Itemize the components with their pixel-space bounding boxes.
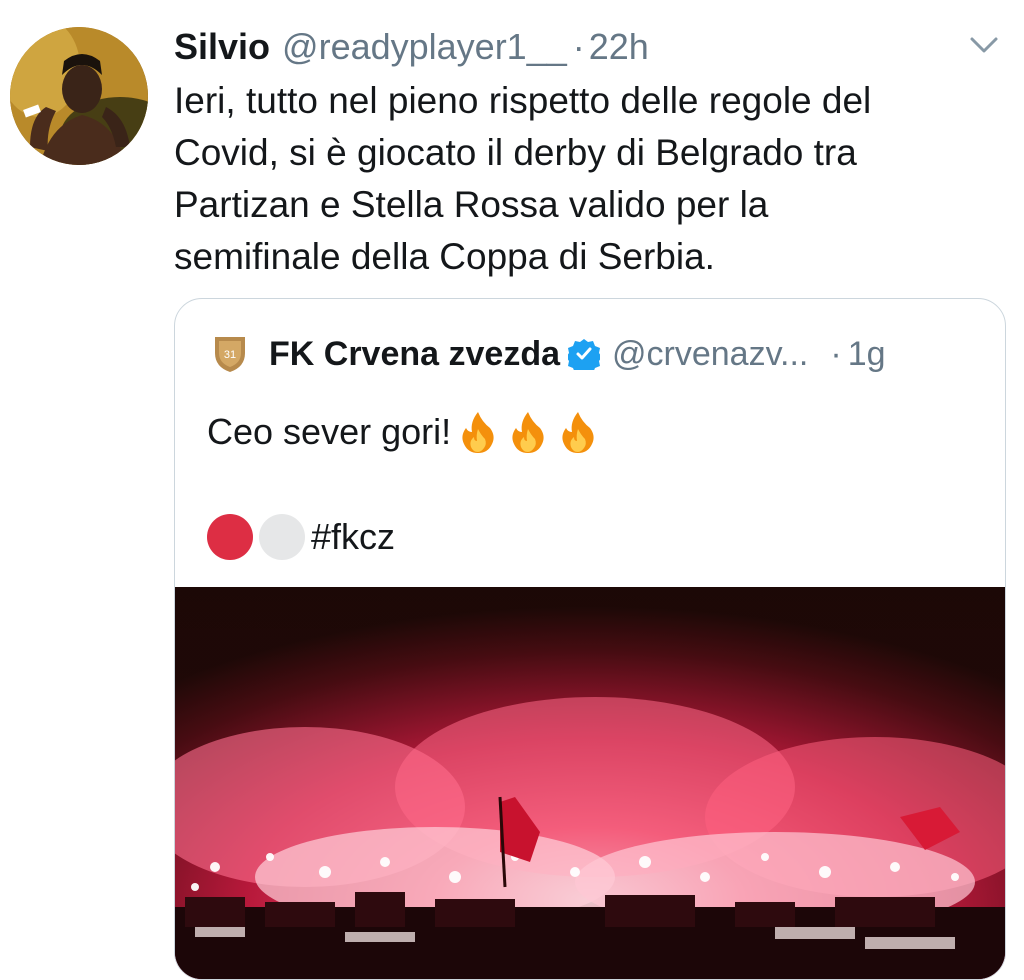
fire-icon [462, 412, 494, 453]
svg-text:31: 31 [224, 349, 236, 361]
avatar-photo [10, 27, 148, 165]
quoted-author-name[interactable]: FK Crvena zvezda [269, 335, 560, 374]
red-circle-icon [207, 514, 253, 560]
quoted-tweet-timestamp[interactable]: 1g [848, 335, 886, 374]
quoted-tweet-header: 31 FK Crvena zvezda @crvenazv... · 1g [213, 329, 886, 379]
tweet-text-line: semifinale della Coppa di Serbia. [174, 236, 715, 277]
quoted-tweet-text: Ceo sever gori! [207, 409, 601, 455]
club-crest-icon: 31 [215, 337, 245, 372]
tweet-text-line: Partizan e Stella Rossa valido per la [174, 184, 769, 225]
quoted-text-content: Ceo sever gori! [207, 411, 452, 452]
tweet-header: Silvio @readyplayer1__ · 22h [174, 22, 649, 72]
quoted-tweet-media[interactable] [175, 587, 1005, 979]
tweet-text-line: Ieri, tutto nel pieno rispetto delle reg… [174, 80, 872, 121]
chevron-down-icon[interactable] [964, 30, 1004, 60]
author-name[interactable]: Silvio [174, 26, 270, 68]
fire-icon [562, 412, 594, 453]
quoted-tweet-tags: #fkcz [207, 514, 395, 560]
tweet-text: Ieri, tutto nel pieno rispetto delle reg… [174, 75, 974, 283]
tweet-text-line: Covid, si è giocato il derby di Belgrado… [174, 132, 857, 173]
tweet-timestamp[interactable]: 22h [589, 26, 649, 68]
tweet[interactable]: Silvio @readyplayer1__ · 22h Ieri, tutto… [0, 0, 1024, 980]
quoted-author-handle[interactable]: @crvenazv... [612, 335, 808, 374]
quoted-tweet[interactable]: 31 FK Crvena zvezda @crvenazv... · 1g Ce… [174, 298, 1006, 980]
stadium-flares-photo [175, 587, 1005, 979]
hashtag-link[interactable]: #fkcz [311, 516, 395, 558]
fire-icon [512, 412, 544, 453]
separator-dot: · [830, 334, 842, 373]
author-handle[interactable]: @readyplayer1__ [282, 26, 567, 68]
white-circle-icon [259, 514, 305, 560]
separator-dot: · [572, 26, 585, 67]
author-avatar[interactable] [10, 27, 148, 165]
verified-badge-icon [568, 339, 600, 370]
